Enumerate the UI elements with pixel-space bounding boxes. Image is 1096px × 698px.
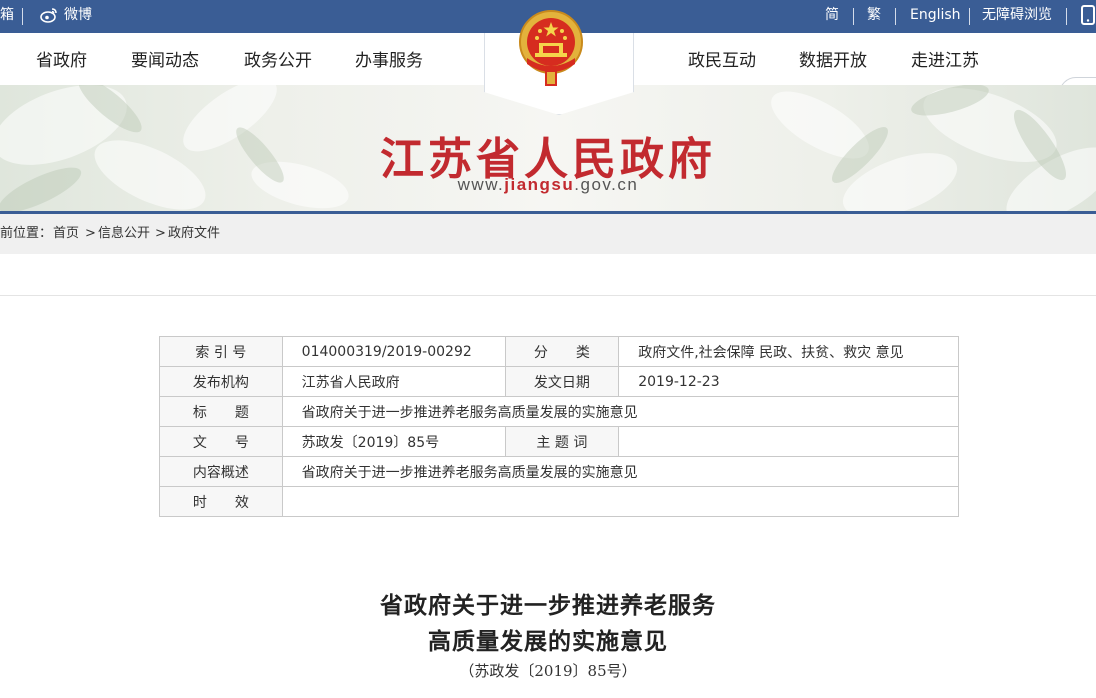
simplified-chinese-link[interactable]: 简	[825, 0, 839, 33]
breadcrumb-separator: >	[155, 226, 166, 241]
issue-date-label: 发文日期	[504, 366, 620, 397]
breadcrumb-gov-documents[interactable]: 政府文件	[168, 214, 220, 254]
url-prefix: www.	[457, 175, 505, 194]
table-row: 索 引 号 014000319/2019-00292 分 类 政府文件,社会保障…	[159, 336, 959, 367]
table-row: 时 效	[159, 486, 960, 517]
breadcrumb: 前位置： 首页 > 信息公开 > 政府文件	[0, 214, 1096, 254]
mailbox-link[interactable]: 箱	[0, 0, 14, 33]
weibo-label: 微博	[64, 7, 92, 23]
document-metadata-table: 索 引 号 014000319/2019-00292 分 类 政府文件,社会保障…	[159, 336, 960, 517]
nav-item-services[interactable]: 办事服务	[355, 33, 423, 85]
nav-item-about-jiangsu[interactable]: 走进江苏	[911, 33, 979, 85]
index-number-label: 索 引 号	[159, 336, 283, 367]
article-document-number: （苏政发〔2019〕85号）	[459, 662, 637, 680]
keywords-label: 主 题 词	[504, 426, 620, 457]
url-domain: jiangsu	[504, 175, 575, 194]
site-url: www.jiangsu.gov.cn	[0, 175, 1096, 195]
publisher-value: 江苏省人民政府	[281, 366, 506, 397]
summary-value: 省政府关于进一步推进养老服务高质量发展的实施意见	[281, 456, 960, 487]
nav-item-interaction[interactable]: 政民互动	[688, 33, 756, 85]
title-value: 省政府关于进一步推进养老服务高质量发展的实施意见	[281, 396, 960, 427]
divider	[22, 8, 23, 25]
content-divider	[0, 295, 1096, 296]
validity-value	[281, 486, 960, 517]
mobile-icon	[1081, 5, 1095, 25]
table-row: 文 号 苏政发〔2019〕85号 主 题 词	[159, 426, 959, 457]
summary-label: 内容概述	[159, 456, 283, 487]
validity-label: 时 效	[159, 486, 283, 517]
publisher-label: 发布机构	[159, 366, 283, 397]
accessible-browsing-link[interactable]: 无障碍浏览	[982, 0, 1052, 33]
table-row: 标 题 省政府关于进一步推进养老服务高质量发展的实施意见	[159, 396, 960, 427]
nav-item-gov-affairs[interactable]: 政务公开	[244, 33, 312, 85]
issue-date-value: 2019-12-23	[618, 366, 959, 397]
divider	[1066, 8, 1067, 25]
weibo-link[interactable]: 微博	[40, 0, 92, 33]
divider	[969, 8, 970, 25]
national-emblem-icon[interactable]	[517, 8, 585, 88]
nav-item-provincial-gov[interactable]: 省政府	[36, 33, 87, 85]
document-number-label: 文 号	[159, 426, 283, 457]
breadcrumb-home[interactable]: 首页	[53, 214, 79, 254]
mobile-link[interactable]	[1081, 0, 1095, 33]
category-value: 政府文件,社会保障 民政、扶贫、救灾 意见	[618, 336, 959, 367]
table-row: 内容概述 省政府关于进一步推进养老服务高质量发展的实施意见	[159, 456, 960, 487]
traditional-chinese-link[interactable]: 繁	[867, 0, 881, 33]
index-number-value: 014000319/2019-00292	[281, 336, 506, 367]
weibo-icon	[40, 8, 57, 23]
url-suffix: .gov.cn	[574, 175, 639, 194]
nav-item-news[interactable]: 要闻动态	[131, 33, 199, 85]
english-link[interactable]: English	[910, 0, 961, 33]
breadcrumb-separator: >	[85, 226, 96, 241]
title-label: 标 题	[159, 396, 283, 427]
keywords-value	[618, 426, 959, 457]
nav-item-open-data[interactable]: 数据开放	[799, 33, 867, 85]
table-row: 发布机构 江苏省人民政府 发文日期 2019-12-23	[159, 366, 959, 397]
divider	[853, 8, 854, 25]
document-number-value: 苏政发〔2019〕85号	[281, 426, 506, 457]
divider	[895, 8, 896, 25]
breadcrumb-info-disclosure[interactable]: 信息公开	[98, 214, 150, 254]
article-title-line-1: 省政府关于进一步推进养老服务	[380, 592, 716, 619]
breadcrumb-label: 前位置：	[0, 226, 53, 241]
article-title-line-2: 高质量发展的实施意见	[428, 628, 668, 655]
category-label: 分 类	[504, 336, 620, 367]
